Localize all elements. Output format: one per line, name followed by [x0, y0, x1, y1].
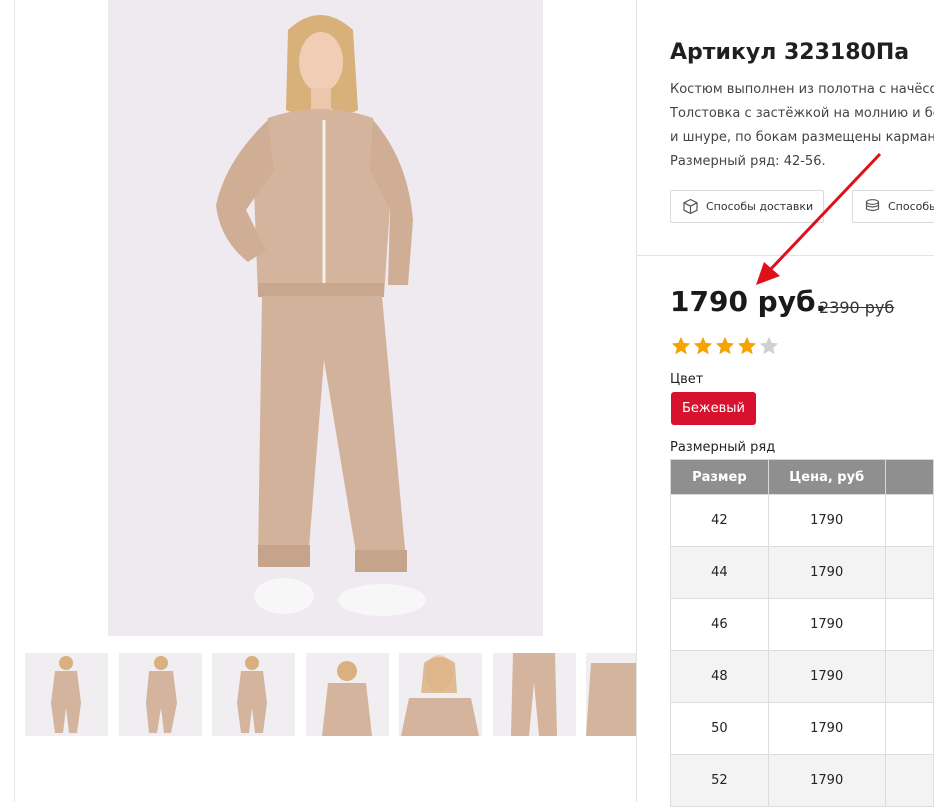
table-header-row: Размер Цена, руб [670, 459, 934, 495]
description-line: Размерный ряд: 42-56. [670, 154, 826, 169]
star-empty-icon [759, 336, 779, 355]
delivery-methods-label: Способы доставки [706, 200, 814, 213]
table-row: 44 1790 [670, 546, 934, 599]
table-row: 48 1790 [670, 650, 934, 703]
thumbnail-5[interactable] [399, 653, 482, 736]
cell-size: 46 [670, 598, 769, 651]
table-row: 50 1790 [670, 702, 934, 755]
column-header-size: Размер [670, 459, 769, 495]
table-row: 52 1790 [670, 754, 934, 807]
payment-methods-label: Способы [888, 200, 934, 213]
cell-price: 1790 [767, 754, 886, 807]
column-header-price: Цена, руб [767, 459, 886, 495]
cell-price: 1790 [767, 494, 886, 547]
size-table: Размер Цена, руб 42 1790 44 1790 46 1790… [670, 459, 934, 807]
cell-size: 44 [670, 546, 769, 599]
thumbnail-3[interactable] [212, 653, 295, 736]
thumbnail-7[interactable] [586, 653, 636, 736]
thumbnail-6[interactable] [493, 653, 576, 736]
table-row: 46 1790 [670, 598, 934, 651]
cell-extra [884, 598, 934, 651]
box-icon [683, 198, 698, 215]
cell-price: 1790 [767, 546, 886, 599]
table-row: 42 1790 [670, 494, 934, 547]
model-illustration [108, 0, 543, 636]
payment-methods-button[interactable]: Способы [852, 190, 934, 223]
delivery-methods-button[interactable]: Способы доставки [670, 190, 824, 223]
color-option-button[interactable]: Бежевый [671, 392, 756, 425]
thumbnail-1[interactable] [25, 653, 108, 736]
cell-price: 1790 [767, 702, 886, 755]
product-price: 1790 руб. [670, 285, 827, 318]
cell-extra [884, 754, 934, 807]
star-filled-icon [671, 336, 691, 355]
old-price: 2390 руб [819, 298, 895, 317]
thumbnail-strip [25, 653, 636, 736]
cell-price: 1790 [767, 650, 886, 703]
cell-size: 42 [670, 494, 769, 547]
description-line: Костюм выполнен из полотна с начёсо [670, 82, 934, 97]
cell-size: 50 [670, 702, 769, 755]
color-label: Цвет [670, 372, 704, 387]
cell-size: 48 [670, 650, 769, 703]
cell-extra [884, 546, 934, 599]
star-filled-icon [737, 336, 757, 355]
size-range-label: Размерный ряд [670, 440, 776, 455]
thumbnail-2[interactable] [119, 653, 202, 736]
main-product-photo[interactable] [108, 0, 543, 636]
product-title: Артикул 323180Па [670, 40, 910, 65]
product-description: Костюм выполнен из полотна с начёсо Толс… [670, 78, 934, 173]
thumbnail-4[interactable] [306, 653, 389, 736]
description-line: и шнуре, по бокам размещены кармань [670, 130, 934, 145]
column-header-extra [884, 459, 934, 495]
cell-extra [884, 650, 934, 703]
cell-size: 52 [670, 754, 769, 807]
star-filled-icon [715, 336, 735, 355]
left-border [14, 0, 15, 802]
star-filled-icon [693, 336, 713, 355]
cell-price: 1790 [767, 598, 886, 651]
section-divider [637, 255, 934, 256]
cell-extra [884, 494, 934, 547]
description-line: Толстовка с застёжкой на молнию и бо [670, 106, 934, 121]
column-divider [636, 0, 637, 802]
rating-stars [670, 335, 780, 357]
cell-extra [884, 702, 934, 755]
coins-icon [865, 199, 880, 212]
